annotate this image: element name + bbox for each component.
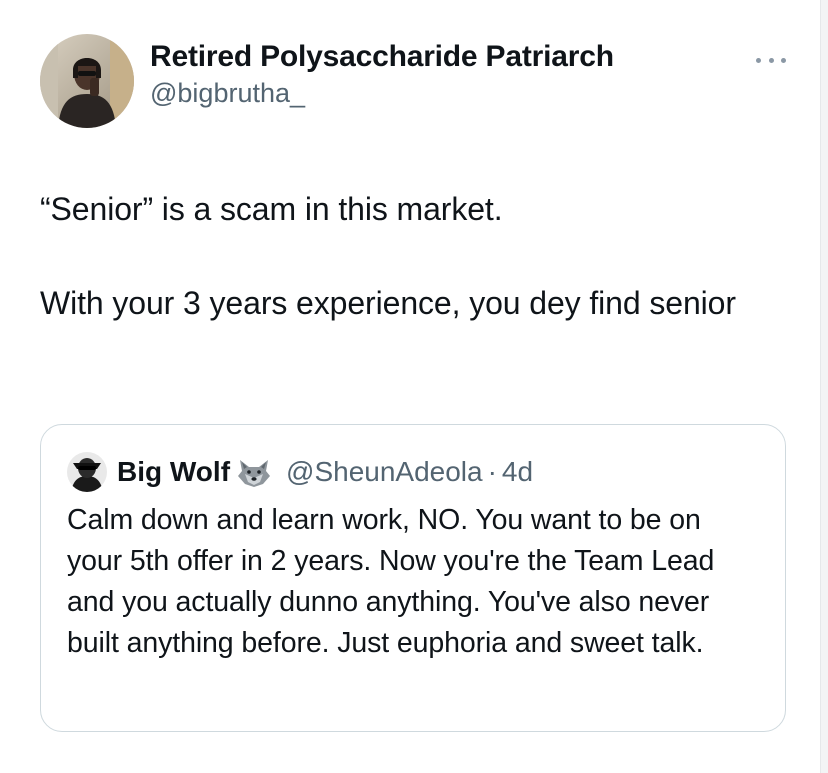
- more-dot: [768, 57, 774, 63]
- quoted-tweet[interactable]: Big Wolf @SheunAdeola · 4d Calm down and…: [40, 424, 786, 732]
- tweet-page: Retired Polysaccharide Patriarch @bigbru…: [0, 0, 828, 773]
- tweet-text: “Senior” is a scam in this market. With …: [40, 191, 736, 321]
- author-info: Retired Polysaccharide Patriarch @bigbru…: [150, 34, 614, 107]
- tweet-header: Retired Polysaccharide Patriarch @bigbru…: [40, 34, 788, 132]
- quoted-author-avatar[interactable]: [67, 452, 107, 492]
- author-display-name[interactable]: Retired Polysaccharide Patriarch: [150, 42, 614, 72]
- separator-dot: ·: [487, 456, 497, 487]
- quoted-author-display-name[interactable]: Big Wolf: [117, 456, 230, 488]
- author-avatar[interactable]: [40, 34, 134, 128]
- more-dot: [781, 57, 786, 63]
- scrollbar[interactable]: [820, 0, 828, 773]
- quoted-author-handle[interactable]: @SheunAdeola: [286, 456, 483, 488]
- more-dot: [756, 57, 761, 63]
- quoted-tweet-timestamp[interactable]: 4d: [502, 456, 533, 488]
- wolf-emoji-icon: [238, 460, 271, 487]
- quoted-tweet-header: Big Wolf @SheunAdeola · 4d: [67, 449, 759, 495]
- quoted-tweet-text: Calm down and learn work, NO. You want t…: [67, 504, 715, 659]
- author-handle[interactable]: @bigbrutha_: [150, 80, 614, 107]
- more-horizontal-icon[interactable]: [756, 54, 786, 66]
- tweet[interactable]: Retired Polysaccharide Patriarch @bigbru…: [40, 34, 788, 327]
